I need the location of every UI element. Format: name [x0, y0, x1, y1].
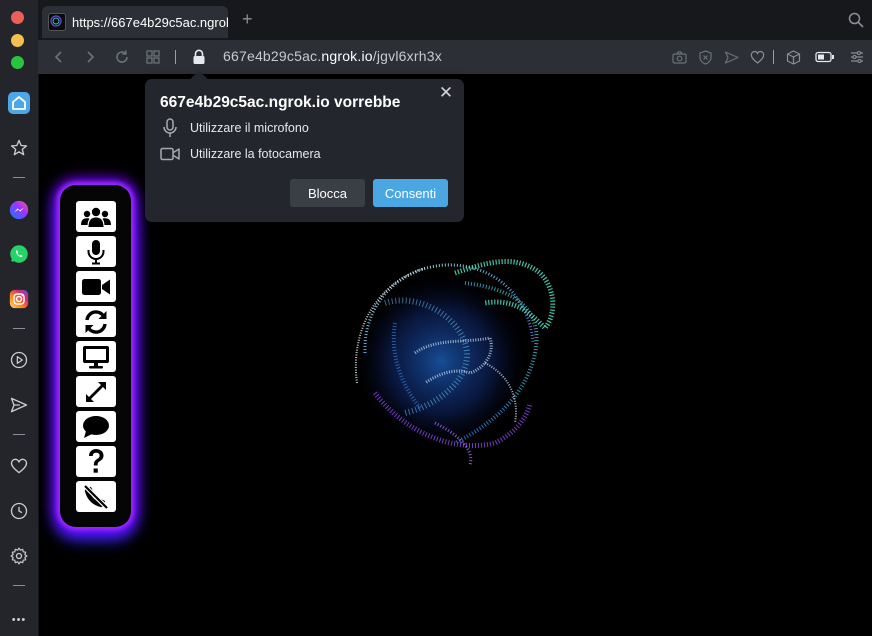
sidebar-divider [13, 328, 25, 329]
permission-popup: 667e4b29c5ac.ngrok.io vorrebbe ✕ Utilizz… [145, 70, 464, 222]
home-icon[interactable] [7, 91, 31, 115]
reload-button[interactable] [113, 48, 131, 66]
settings-icon[interactable] [7, 544, 31, 568]
zoom-window-button[interactable] [11, 56, 24, 69]
particle-sphere-visual [354, 258, 556, 466]
call-controls-panel [60, 185, 131, 527]
hangup-button[interactable] [76, 481, 116, 512]
forward-button[interactable] [81, 48, 99, 66]
permission-label: Utilizzare il microfono [190, 121, 309, 135]
fullscreen-button[interactable] [76, 376, 116, 407]
toolbar-divider [175, 50, 176, 64]
url-subdomain: 667e4b29c5ac. [223, 48, 322, 64]
camera-icon [160, 144, 180, 164]
easy-setup-icon[interactable] [849, 49, 865, 65]
close-window-button[interactable] [11, 11, 24, 24]
send-icon[interactable] [7, 393, 31, 417]
url-field[interactable]: 667e4b29c5ac.ngrok.io/jgvl6xrh3x [223, 48, 442, 64]
browser-tab[interactable]: https://667e4b29c5ac.ngrok.io/ [42, 6, 228, 38]
address-toolbar: 667e4b29c5ac.ngrok.io/jgvl6xrh3x [38, 40, 872, 74]
more-options-icon[interactable]: ••• [7, 608, 31, 632]
history-icon[interactable] [7, 499, 31, 523]
url-path: /jgvl6xrh3x [372, 48, 442, 64]
help-button[interactable] [76, 446, 116, 477]
new-tab-button[interactable]: + [242, 10, 253, 28]
instagram-icon[interactable] [7, 287, 31, 311]
screen-share-icon [83, 345, 109, 368]
participants-button[interactable] [76, 201, 116, 232]
participants-icon [81, 207, 111, 227]
star-icon[interactable] [7, 136, 31, 160]
microphone-button[interactable] [76, 236, 116, 267]
video-camera-button[interactable] [76, 271, 116, 302]
browser-sidebar: ••• [0, 0, 39, 636]
sidebar-divider [13, 434, 25, 435]
battery-saver-icon[interactable] [815, 49, 835, 65]
microphone-icon [87, 239, 105, 264]
sidebar-divider [13, 177, 25, 178]
switch-camera-icon [85, 309, 107, 334]
permission-microphone: Utilizzare il microfono [160, 118, 309, 138]
switch-camera-button[interactable] [76, 306, 116, 337]
player-icon[interactable] [7, 348, 31, 372]
tab-title: https://667e4b29c5ac.ngrok.io/ [72, 14, 228, 30]
tab-grid-button[interactable] [144, 48, 162, 66]
adblock-icon[interactable] [697, 49, 713, 65]
video-camera-icon [82, 278, 110, 295]
close-popup-button[interactable]: ✕ [438, 84, 454, 101]
microphone-icon [160, 118, 180, 138]
tab-bar: https://667e4b29c5ac.ngrok.io/ + [38, 0, 872, 40]
send-to-flow-icon[interactable] [723, 49, 739, 65]
permission-label: Utilizzare la fotocamera [190, 147, 321, 161]
toolbar-divider [773, 50, 774, 64]
tab-favicon-icon [48, 13, 66, 31]
block-button[interactable]: Blocca [290, 179, 365, 207]
popup-title: 667e4b29c5ac.ngrok.io vorrebbe [160, 94, 401, 111]
snapshot-icon[interactable] [671, 49, 687, 65]
chat-button[interactable] [76, 411, 116, 442]
extensions-cube-icon[interactable] [785, 49, 801, 65]
whatsapp-icon[interactable] [7, 242, 31, 266]
sidebar-divider [13, 585, 25, 586]
minimize-window-button[interactable] [11, 34, 24, 47]
hangup-icon [83, 483, 109, 510]
messenger-icon[interactable] [7, 198, 31, 222]
back-button[interactable] [50, 48, 68, 66]
chat-icon [83, 415, 109, 438]
url-domain: ngrok.io [321, 48, 373, 64]
bookmark-heart-icon[interactable] [749, 49, 765, 65]
allow-button[interactable]: Consenti [373, 179, 448, 207]
fullscreen-icon [86, 381, 106, 402]
permission-camera: Utilizzare la fotocamera [160, 144, 321, 164]
help-icon [89, 448, 104, 473]
screen-share-button[interactable] [76, 341, 116, 372]
tab-search-icon[interactable] [848, 12, 864, 33]
heart-icon[interactable] [7, 454, 31, 478]
lock-icon[interactable] [190, 48, 208, 66]
